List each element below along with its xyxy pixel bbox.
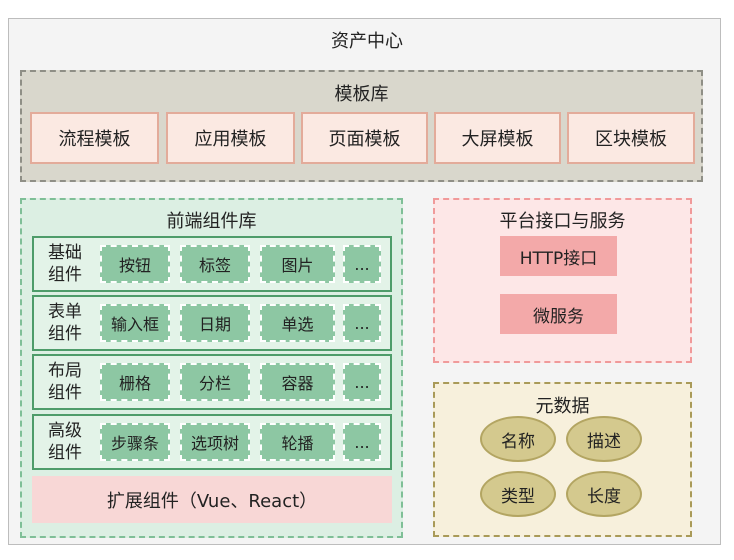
component-chip[interactable]: 输入框 [100,304,170,342]
component-row-label: 布局 组件 [48,361,82,403]
component-chip[interactable]: 步骤条 [100,423,170,461]
component-chip[interactable]: 容器 [260,363,335,401]
template-library-title: 模板库 [334,84,389,105]
template-card-application[interactable]: 应用模板 [166,112,295,164]
component-chip[interactable]: 选项树 [180,423,250,461]
component-chip[interactable]: 标签 [180,245,250,283]
http-interface[interactable]: HTTP接口 [500,236,617,276]
more-chip[interactable]: ... [343,304,381,342]
more-chip[interactable]: ... [343,423,381,461]
component-chip[interactable]: 日期 [180,304,250,342]
frontend-components-title: 前端组件库 [166,211,257,232]
microservice[interactable]: 微服务 [500,294,617,334]
more-chip[interactable]: ... [343,245,381,283]
metadata-field-type[interactable]: 类型 [480,471,556,517]
component-row-label: 表单 组件 [48,302,82,344]
extension-components[interactable]: 扩展组件（Vue、React） [32,476,392,523]
metadata-field-length[interactable]: 长度 [566,471,642,517]
component-chip[interactable]: 分栏 [180,363,250,401]
component-row-label: 基础 组件 [48,243,82,285]
platform-services-title: 平台接口与服务 [499,211,626,232]
component-chip[interactable]: 单选 [260,304,335,342]
metadata-field-name[interactable]: 名称 [480,416,556,462]
component-chip[interactable]: 轮播 [260,423,335,461]
metadata-title: 元数据 [535,396,590,417]
component-row-label: 高级 组件 [48,421,82,463]
template-card-process[interactable]: 流程模板 [30,112,159,164]
component-chip[interactable]: 按钮 [100,245,170,283]
template-card-block[interactable]: 区块模板 [567,112,695,164]
component-chip[interactable]: 栅格 [100,363,170,401]
component-chip[interactable]: 图片 [260,245,335,283]
template-card-dashboard[interactable]: 大屏模板 [434,112,561,164]
metadata-field-description[interactable]: 描述 [566,416,642,462]
asset-center-title: 资产中心 [331,31,403,52]
more-chip[interactable]: ... [343,363,381,401]
template-card-page[interactable]: 页面模板 [301,112,428,164]
